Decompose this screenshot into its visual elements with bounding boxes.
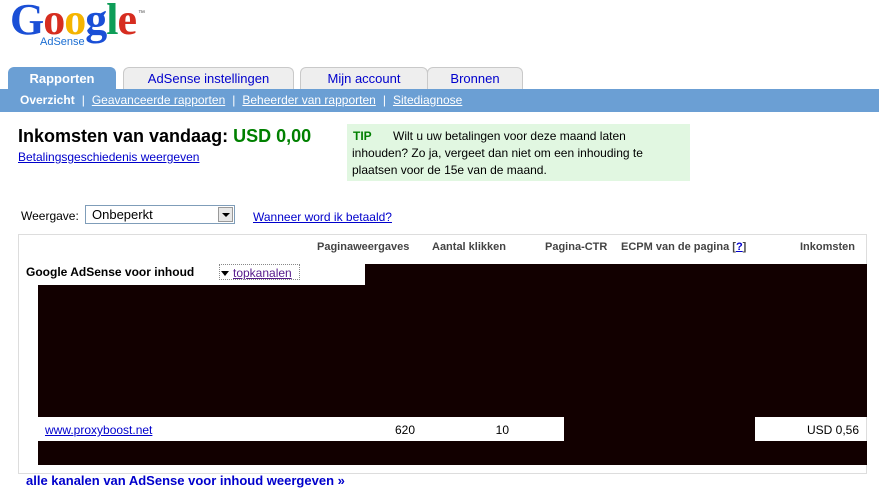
col-earnings: Inkomsten: [800, 241, 856, 253]
redacted-block: [365, 264, 867, 285]
earnings-heading: Inkomsten van vandaag: USD 0,00: [18, 126, 311, 147]
row-earnings: USD 0,56: [806, 423, 859, 437]
row-clicks: 10: [495, 423, 509, 437]
row-pageviews: 620: [394, 423, 415, 437]
col-pageviews: Paginaweergaves: [317, 241, 410, 253]
chevron-down-icon[interactable]: [218, 207, 233, 222]
subnav-beheerder-van-rapporten[interactable]: Beheerder van rapporten: [242, 93, 375, 107]
logo-letter-1: G: [10, 0, 44, 44]
tab-mijn-account[interactable]: Mijn account: [300, 67, 428, 90]
view-select[interactable]: Onbeperkt: [85, 205, 235, 224]
tip-text: Wilt u uw betalingen voor deze maand lat…: [352, 129, 643, 177]
subnav-sitediagnose[interactable]: Sitediagnose: [393, 93, 462, 107]
subnav-geavanceerde-rapporten[interactable]: Geavanceerde rapporten: [92, 93, 225, 107]
tab-bronnen[interactable]: Bronnen: [427, 67, 523, 90]
view-label: Weergave:: [21, 209, 79, 223]
tip-box: Wilt u uw betalingen voor deze maand lat…: [347, 124, 690, 181]
view-select-value: Onbeperkt: [92, 207, 153, 222]
tab-rapporten[interactable]: Rapporten: [8, 67, 116, 90]
subnav-separator: |: [232, 93, 236, 107]
sub-navigation: Overzicht | Geavanceerde rapporten | Beheerd…: [0, 89, 879, 112]
tip-label: TIP: [353, 129, 372, 143]
logo-letter-5: l: [106, 0, 118, 44]
channel-link[interactable]: www.proxyboost.net: [45, 423, 152, 437]
subnav-separator: |: [382, 93, 386, 107]
logo-adsense-label: AdSense: [40, 36, 85, 48]
earnings-amount: USD 0,00: [233, 126, 312, 146]
section-dropdown[interactable]: topkanalen: [221, 266, 292, 280]
tab-adsense-instellingen[interactable]: AdSense instellingen: [123, 67, 294, 90]
col-clicks: Aantal klikken: [432, 241, 506, 253]
earnings-title: Inkomsten van vandaag:: [18, 126, 229, 146]
logo-letter-6: e: [117, 0, 137, 44]
subnav-overzicht[interactable]: Overzicht: [20, 93, 75, 107]
col-ecpm: ECPM van de pagina [?]: [621, 241, 747, 253]
col-ecpm-label: ECPM van de pagina: [621, 241, 730, 253]
section-dropdown-label[interactable]: topkanalen: [233, 266, 292, 280]
when-paid-link[interactable]: Wanneer word ik betaald?: [253, 210, 392, 224]
subnav-separator: |: [81, 93, 85, 107]
google-adsense-logo[interactable]: Google AdSense ™: [10, 0, 150, 52]
redacted-block: [564, 417, 755, 441]
dropdown-arrow-icon: [221, 271, 229, 277]
payment-history-link[interactable]: Betalingsgeschiedenis weergeven: [18, 150, 199, 164]
all-channels-link[interactable]: alle kanalen van AdSense voor inhoud wee…: [26, 473, 345, 488]
ecpm-help-link[interactable]: ?: [736, 241, 743, 253]
section-title: Google AdSense voor inhoud: [26, 265, 195, 279]
logo-trademark: ™: [138, 10, 145, 17]
report-panel: Paginaweergaves Aantal klikken Pagina-CT…: [18, 234, 867, 474]
col-ctr: Pagina-CTR: [545, 241, 608, 253]
redacted-block: [38, 441, 867, 465]
redacted-block: [38, 285, 867, 417]
logo-letter-4: g: [85, 0, 107, 44]
